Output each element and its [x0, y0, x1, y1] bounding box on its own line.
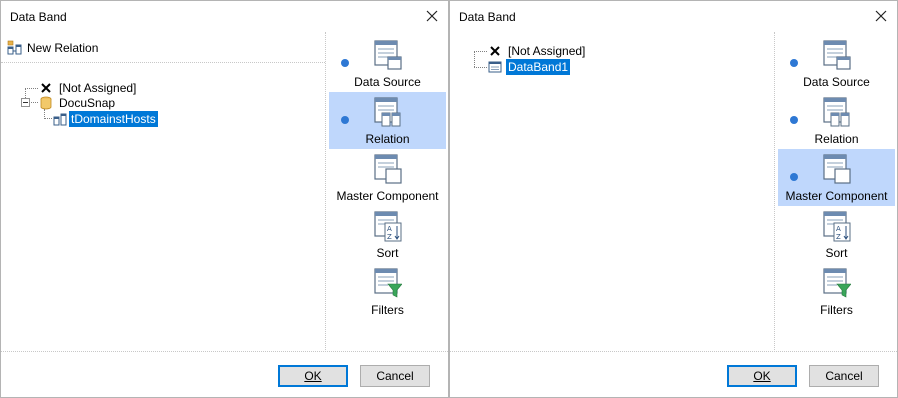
data-source-icon	[823, 40, 851, 70]
nav-label: Filters	[371, 303, 404, 317]
nav-item-master-component[interactable]: Master Component	[778, 149, 895, 206]
database-icon	[40, 96, 52, 110]
master-component-icon	[374, 154, 402, 184]
tree-node-label: DocuSnap	[59, 96, 116, 110]
svg-text:Z: Z	[387, 233, 392, 241]
bullet-icon	[341, 59, 349, 67]
new-relation-button[interactable]: New Relation	[7, 39, 98, 57]
cross-icon	[41, 83, 51, 93]
tree-line	[25, 88, 38, 89]
tree-line	[31, 102, 38, 103]
filter-icon	[374, 268, 402, 298]
title-bar: Data Band	[450, 1, 897, 32]
nav-item-sort[interactable]: A Z Sort	[778, 206, 895, 263]
bullet-icon	[790, 59, 798, 67]
tree-node-label: [Not Assigned]	[508, 44, 586, 58]
nav-item-master-component[interactable]: Master Component	[329, 149, 446, 206]
cancel-button[interactable]: Cancel	[809, 365, 879, 387]
nav-item-data-source[interactable]: Data Source	[778, 35, 895, 92]
dialog-footer: OK Cancel	[1, 351, 448, 397]
filter-icon	[823, 268, 851, 298]
relation-icon	[7, 40, 22, 55]
tree-node-label-selected: tDomainstHosts	[69, 111, 158, 127]
nav-item-filters[interactable]: Filters	[778, 263, 895, 320]
nav-label: Master Component	[336, 189, 439, 203]
nav-label: Data Source	[803, 75, 870, 89]
sort-icon: A Z	[823, 211, 851, 242]
tree-line	[44, 118, 52, 119]
nav-label: Relation	[814, 132, 859, 146]
tree-node-not-assigned[interactable]: [Not Assigned]	[487, 43, 587, 59]
nav-pane: Data Source Relation Master Component A …	[776, 32, 896, 352]
nav-item-sort[interactable]: A Z Sort	[329, 206, 446, 263]
relation-tree-pane: New Relation [Not Assigned] DocuSnap tDo…	[1, 32, 326, 352]
new-relation-label: New Relation	[27, 41, 99, 55]
tree-node-not-assigned[interactable]: [Not Assigned]	[38, 80, 138, 96]
cancel-button-label: Cancel	[376, 369, 414, 383]
bullet-icon	[790, 173, 798, 181]
ok-button-label: OK	[304, 369, 322, 383]
relation-icon	[823, 97, 850, 127]
cross-icon	[490, 46, 500, 56]
tree-node-label: [Not Assigned]	[59, 81, 137, 95]
nav-label: Data Source	[354, 75, 421, 89]
cancel-button-label: Cancel	[825, 369, 863, 383]
nav-label: Sort	[825, 246, 848, 260]
tree-line	[474, 67, 487, 68]
tree-toolbar: New Relation	[1, 32, 325, 63]
nav-label: Master Component	[785, 189, 888, 203]
ok-button-label: OK	[753, 369, 771, 383]
nav-label: Filters	[820, 303, 853, 317]
nav-item-data-source[interactable]: Data Source	[329, 35, 446, 92]
sort-icon: A Z	[374, 211, 402, 242]
title-bar: Data Band	[1, 1, 448, 32]
databand-icon	[488, 61, 502, 73]
ok-button[interactable]: OK	[278, 365, 348, 387]
svg-text:Z: Z	[836, 233, 841, 241]
data-source-icon	[374, 40, 402, 70]
svg-text:A: A	[387, 225, 392, 233]
component-tree-pane: [Not Assigned] DataBand1	[450, 32, 775, 352]
close-icon[interactable]	[873, 8, 889, 24]
cancel-button[interactable]: Cancel	[360, 365, 430, 387]
data-band-dialog-master-component: Data Band [Not Assigned] DataBand1 Data …	[449, 0, 898, 398]
ok-button[interactable]: OK	[727, 365, 797, 387]
nav-label: Relation	[365, 132, 410, 146]
bullet-icon	[790, 116, 798, 124]
dialog-footer: OK Cancel	[450, 351, 897, 397]
nav-label: Sort	[376, 246, 399, 260]
collapse-icon[interactable]	[21, 98, 30, 107]
svg-text:A: A	[836, 225, 841, 233]
bullet-icon	[341, 116, 349, 124]
master-component-icon	[823, 154, 851, 184]
data-band-dialog-relation: Data Band New Relation [Not Assigned] Do…	[0, 0, 449, 398]
nav-item-relation[interactable]: Relation	[329, 92, 446, 149]
tree-node-label-selected: DataBand1	[506, 59, 571, 75]
dialog-title: Data Band	[459, 10, 516, 24]
tree-line	[474, 51, 487, 52]
tree-line	[474, 51, 475, 67]
relation-icon	[53, 113, 67, 126]
close-icon[interactable]	[424, 8, 440, 24]
tree-node-datasource[interactable]: DocuSnap	[38, 95, 117, 111]
tree-node-relation[interactable]: tDomainstHosts	[52, 111, 158, 127]
dialog-title: Data Band	[10, 10, 67, 24]
nav-item-relation[interactable]: Relation	[778, 92, 895, 149]
tree-node-databand[interactable]: DataBand1	[487, 59, 571, 75]
nav-item-filters[interactable]: Filters	[329, 263, 446, 320]
relation-icon	[374, 97, 401, 127]
nav-pane: Data Source Relation Master Component A …	[327, 32, 447, 352]
